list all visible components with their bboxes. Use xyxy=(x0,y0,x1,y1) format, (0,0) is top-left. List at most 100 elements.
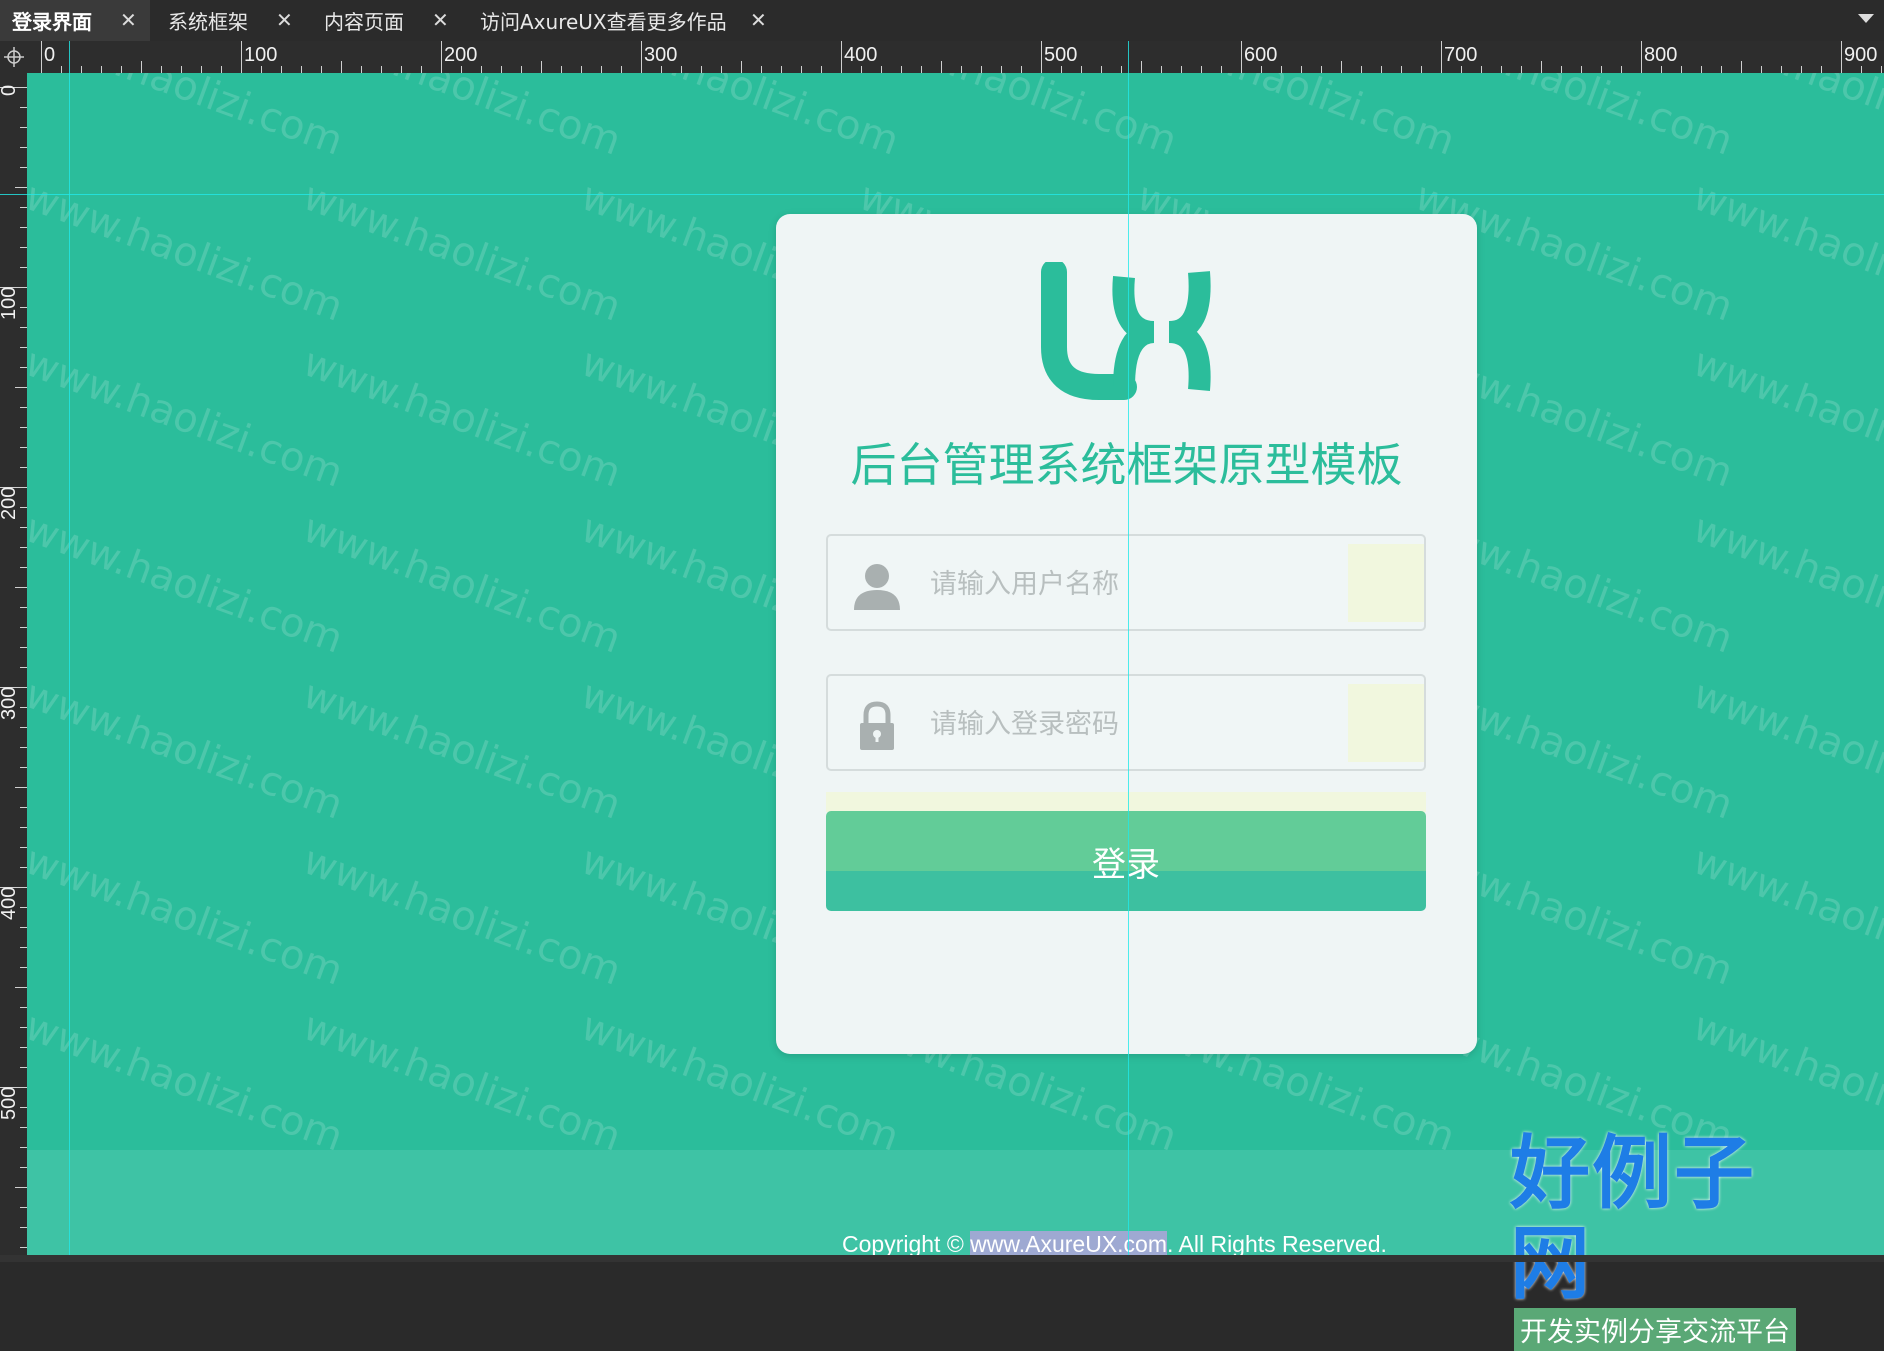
ruler-tick xyxy=(20,1047,27,1048)
tab-label: 访问AxureUX查看更多作品 xyxy=(480,10,727,34)
close-icon[interactable]: ✕ xyxy=(432,8,449,32)
tab-system-frame[interactable]: 系统框架 ✕ xyxy=(156,0,301,41)
ruler-tick xyxy=(20,1107,27,1108)
copyright-text: Copyright © www.AxureUX.com. All Rights … xyxy=(842,1231,1387,1255)
copyright-suffix: . All Rights Reserved. xyxy=(1167,1231,1387,1255)
copyright-link[interactable]: www.AxureUX.com xyxy=(970,1231,1167,1255)
watermark-text: www.haolizi.com xyxy=(27,173,349,331)
ruler-tick xyxy=(20,1167,27,1168)
ruler-tick xyxy=(101,66,102,73)
watermark-text: www.haolizi.com xyxy=(27,1003,349,1161)
ruler-tick xyxy=(41,41,42,73)
ruler-tick xyxy=(20,1127,27,1128)
ruler-label: 400 xyxy=(0,886,20,920)
ruler-tick xyxy=(1461,66,1462,73)
ruler-tick xyxy=(20,147,27,148)
ruler-tick xyxy=(1081,66,1082,73)
watermark-text: www.haolizi.com xyxy=(1131,73,1461,165)
ruler-tick xyxy=(261,66,262,73)
ruler-tick xyxy=(1061,66,1062,73)
ruler-tick xyxy=(1521,66,1522,73)
ruler-tick xyxy=(20,247,27,248)
ruler-tick xyxy=(20,447,27,448)
ruler-tick xyxy=(20,1067,27,1068)
ruler-tick xyxy=(20,867,27,868)
watermark-text: www.haolizi.com xyxy=(853,73,1183,165)
ruler-tick xyxy=(1101,66,1102,73)
ruler-tick xyxy=(941,61,942,73)
ruler-tick xyxy=(461,66,462,73)
ruler-tick xyxy=(1341,61,1342,73)
tab-label: 登录界面 xyxy=(12,10,92,34)
watermark-text: www.haolizi.com xyxy=(297,1003,627,1161)
ruler-tick xyxy=(481,66,482,73)
ruler-tick xyxy=(20,1027,27,1028)
ruler-tick xyxy=(20,607,27,608)
login-button[interactable]: 登录 xyxy=(826,811,1426,911)
ruler-tick xyxy=(20,907,27,908)
ruler-tick xyxy=(20,227,27,228)
ruler-tick xyxy=(361,66,362,73)
ruler-tick xyxy=(15,387,27,388)
ruler-tick xyxy=(1301,66,1302,73)
ruler-tick xyxy=(81,66,82,73)
ruler-tick xyxy=(20,547,27,548)
field-addon xyxy=(1348,684,1424,762)
ruler-label: 600 xyxy=(1244,44,1278,66)
ruler-tick xyxy=(1781,66,1782,73)
ruler-tick xyxy=(20,167,27,168)
ruler-tick xyxy=(1641,41,1642,73)
ruler-tick xyxy=(20,507,27,508)
ruler-tick xyxy=(1121,66,1122,73)
ruler-tick xyxy=(241,41,242,73)
password-input[interactable] xyxy=(928,696,1312,753)
ruler-label: 900 xyxy=(1844,44,1878,66)
ruler-tick xyxy=(761,66,762,73)
password-field xyxy=(826,674,1426,771)
tab-visit-axureux[interactable]: 访问AxureUX查看更多作品 ✕ xyxy=(468,0,778,41)
ruler-tick xyxy=(1561,66,1562,73)
watermark-text: www.haolizi.com xyxy=(27,671,349,829)
ruler-tick xyxy=(701,66,702,73)
guide-line-horizontal[interactable] xyxy=(0,194,1884,195)
watermark-text: www.haolizi.com xyxy=(27,73,349,165)
tab-menu-dropdown-icon[interactable] xyxy=(1858,14,1874,23)
guide-line-vertical[interactable] xyxy=(69,41,70,1262)
ruler-tick xyxy=(20,1147,27,1148)
ruler-tick xyxy=(201,66,202,73)
ruler-label: 300 xyxy=(644,44,678,66)
ruler-tick xyxy=(20,127,27,128)
ruler-tick xyxy=(20,807,27,808)
watermark-text: www.haolizi.com xyxy=(297,339,627,497)
ruler-tick xyxy=(1441,41,1442,73)
ruler-label: 300 xyxy=(0,686,20,720)
ruler-tick xyxy=(61,66,62,73)
close-icon[interactable]: ✕ xyxy=(750,8,767,32)
ruler-tick xyxy=(15,1187,27,1188)
ruler-tick xyxy=(1621,66,1622,73)
ruler-tick xyxy=(20,727,27,728)
close-icon[interactable]: ✕ xyxy=(120,8,137,32)
tab-login-page[interactable]: 登录界面 ✕ xyxy=(0,0,150,41)
ruler-tick xyxy=(1181,66,1182,73)
ruler-tick xyxy=(20,107,27,108)
ruler-tick xyxy=(181,66,182,73)
close-icon[interactable]: ✕ xyxy=(276,8,293,32)
vertical-ruler[interactable]: 0 100 200 300 400 500 xyxy=(0,73,27,1262)
ruler-tick xyxy=(801,66,802,73)
ruler-tick xyxy=(141,61,142,73)
crosshair-icon[interactable] xyxy=(0,41,27,73)
ruler-tick xyxy=(1841,41,1842,73)
horizontal-ruler[interactable]: 0 100 200 300 400 500 600 700 800 900 xyxy=(27,41,1884,73)
username-field xyxy=(826,534,1426,631)
username-input[interactable] xyxy=(928,556,1312,613)
ruler-tick xyxy=(20,707,27,708)
ruler-label: 100 xyxy=(244,44,278,66)
brand-tagline: 开发实例分享交流平台 xyxy=(1514,1308,1796,1351)
ruler-tick xyxy=(1261,66,1262,73)
ruler-tick xyxy=(15,587,27,588)
ruler-tick xyxy=(841,41,842,73)
tab-content-page[interactable]: 内容页面 ✕ xyxy=(312,0,457,41)
guide-line-vertical[interactable] xyxy=(1128,41,1129,1262)
ruler-tick xyxy=(581,66,582,73)
